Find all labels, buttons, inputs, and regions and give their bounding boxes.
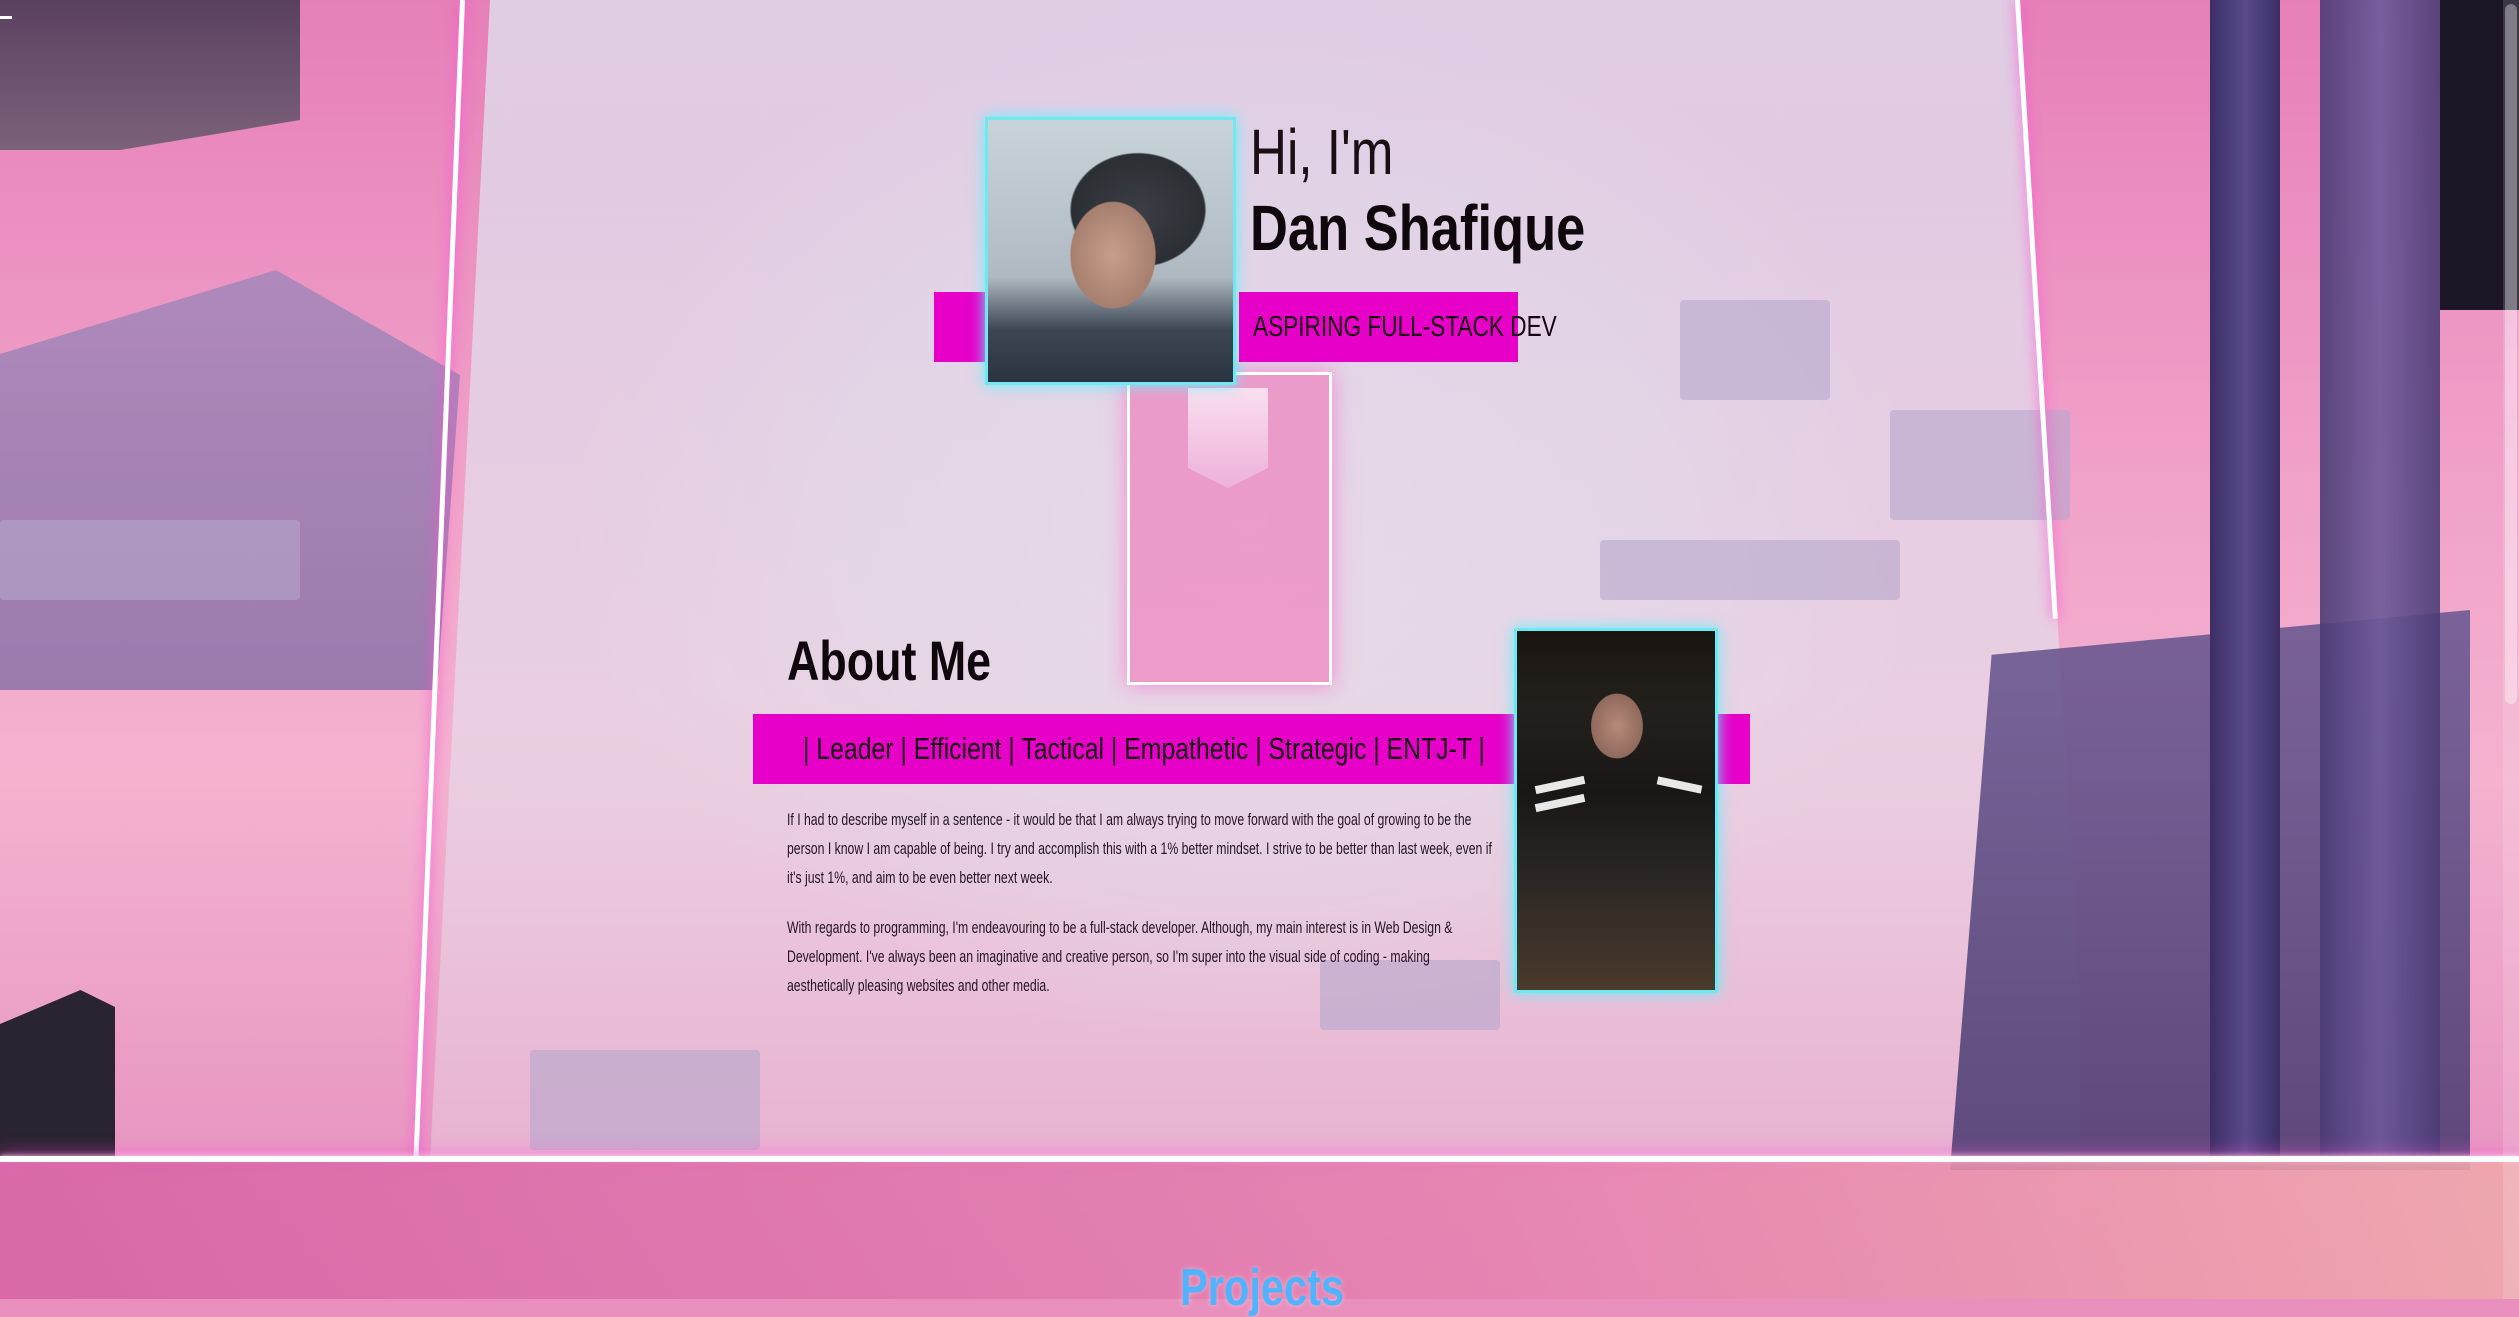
traits-bar: | Leader | Efficient | Tactical | Empath… <box>753 714 1515 784</box>
role-text: ASPIRING FULL-STACK DEV <box>1253 310 1557 343</box>
accent-block <box>934 292 985 362</box>
about-photo <box>1514 628 1718 993</box>
background-structure <box>0 0 300 150</box>
jacket-stripe <box>1534 775 1586 795</box>
background-platform <box>530 1050 760 1150</box>
about-title: About Me <box>787 629 992 692</box>
scrollbar[interactable] <box>2503 0 2519 1299</box>
greeting-text: Hi, I'm <box>1250 116 1394 188</box>
background-platform <box>1600 540 1900 600</box>
profile-photo <box>985 117 1236 385</box>
projects-heading: Projects <box>1180 1259 1345 1317</box>
background-platform <box>1680 300 1830 400</box>
role-badge: ASPIRING FULL-STACK DEV <box>1239 292 1557 362</box>
hero-name: Dan Shafique <box>1250 192 1586 264</box>
accent-block <box>1716 714 1750 784</box>
background-platform <box>0 520 300 600</box>
scrollbar-thumb[interactable] <box>2505 4 2517 704</box>
about-paragraph-2: With regards to programming, I'm endeavo… <box>787 918 1453 995</box>
background-pillar <box>2210 0 2280 1160</box>
corner-mark <box>0 16 12 19</box>
traits-text: | Leader | Efficient | Tactical | Empath… <box>803 731 1485 766</box>
jacket-stripe <box>1534 793 1586 813</box>
about-paragraph-1: If I had to describe myself in a sentenc… <box>787 810 1492 887</box>
background-pillar <box>2320 0 2440 1160</box>
jacket-stripe <box>1656 776 1703 794</box>
